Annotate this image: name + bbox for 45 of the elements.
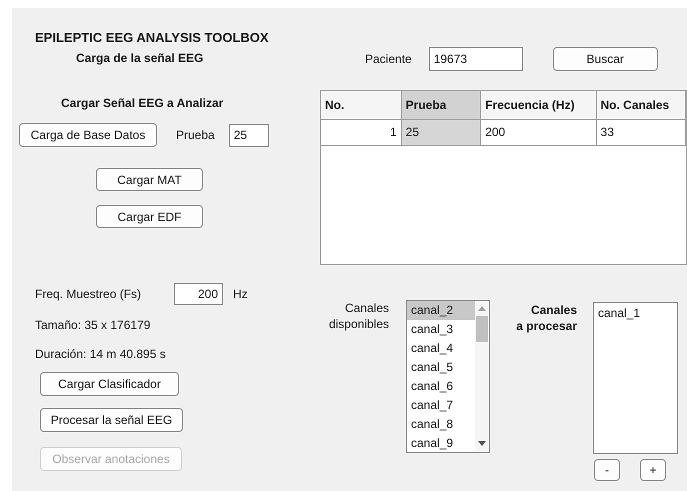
sampling-frequency-field[interactable]: 200 xyxy=(174,283,223,305)
available-channels-label: Canales disponibles xyxy=(328,300,389,332)
channel-item[interactable]: canal_9 xyxy=(407,434,475,453)
channel-item[interactable]: canal_2 xyxy=(407,301,475,320)
channels-to-process-list[interactable]: canal_1 xyxy=(593,302,678,454)
channel-item[interactable]: canal_5 xyxy=(407,358,475,377)
action-button[interactable]: Procesar la señal EEG xyxy=(40,408,183,432)
table-cell: 33 xyxy=(596,119,686,145)
column-header[interactable]: No. xyxy=(321,91,402,119)
channel-item[interactable]: canal_7 xyxy=(407,396,475,415)
scroll-down-icon[interactable] xyxy=(478,441,486,446)
section-subtitle: Carga de la señal EEG xyxy=(76,50,204,66)
scroll-up-icon[interactable] xyxy=(478,306,486,311)
remove-channel-button[interactable]: - xyxy=(594,459,620,481)
prueba-label: Prueba xyxy=(176,127,215,144)
app-title: EPILEPTIC EEG ANALYSIS TOOLBOX xyxy=(35,30,269,46)
channel-item[interactable]: canal_1 xyxy=(594,304,677,323)
load-mat-button[interactable]: Cargar MAT xyxy=(96,168,203,191)
unit-label: Hz xyxy=(233,286,248,303)
available-channels-list[interactable]: canal_2 canal_3 canal_4 canal_5 canal_6 canal_7 canal_8 canal_9 xyxy=(406,300,490,453)
channels-to-process-label: Canales a procesar xyxy=(515,302,577,334)
scroll-thumb[interactable] xyxy=(476,316,488,342)
section-heading: Cargar Señal EEG a Analizar xyxy=(61,95,224,111)
channel-item[interactable]: canal_4 xyxy=(407,339,475,358)
table-cell: 1 xyxy=(321,119,402,145)
patient-label: Paciente xyxy=(365,51,412,68)
sampling-frequency-label: Freq. Muestreo (Fs) xyxy=(35,286,142,303)
column-header[interactable]: No. Canales xyxy=(596,91,686,119)
channel-item[interactable]: canal_6 xyxy=(407,377,475,396)
load-edf-button[interactable]: Cargar EDF xyxy=(96,205,203,228)
load-database-button[interactable]: Carga de Base Datos xyxy=(19,123,157,147)
channel-item[interactable]: canal_3 xyxy=(407,320,475,339)
search-button[interactable]: Buscar xyxy=(552,47,658,71)
table-cell: 25 xyxy=(401,119,481,145)
patient-field[interactable]: 19673 xyxy=(428,47,523,71)
size-text: Tamaño: 35 x 176179 xyxy=(35,317,150,333)
column-header[interactable]: Frecuencia (Hz) xyxy=(480,91,596,119)
duration-text: Duración: 14 m 40.895 s xyxy=(35,346,166,362)
prueba-field[interactable]: 25 xyxy=(228,124,269,146)
scrollbar[interactable] xyxy=(475,301,489,452)
action-button[interactable]: Cargar Clasificador xyxy=(40,372,179,396)
table-cell: 200 xyxy=(480,119,596,145)
column-header[interactable]: Prueba xyxy=(401,91,481,119)
channel-item[interactable]: canal_8 xyxy=(407,415,475,434)
add-channel-button[interactable]: + xyxy=(640,459,666,481)
